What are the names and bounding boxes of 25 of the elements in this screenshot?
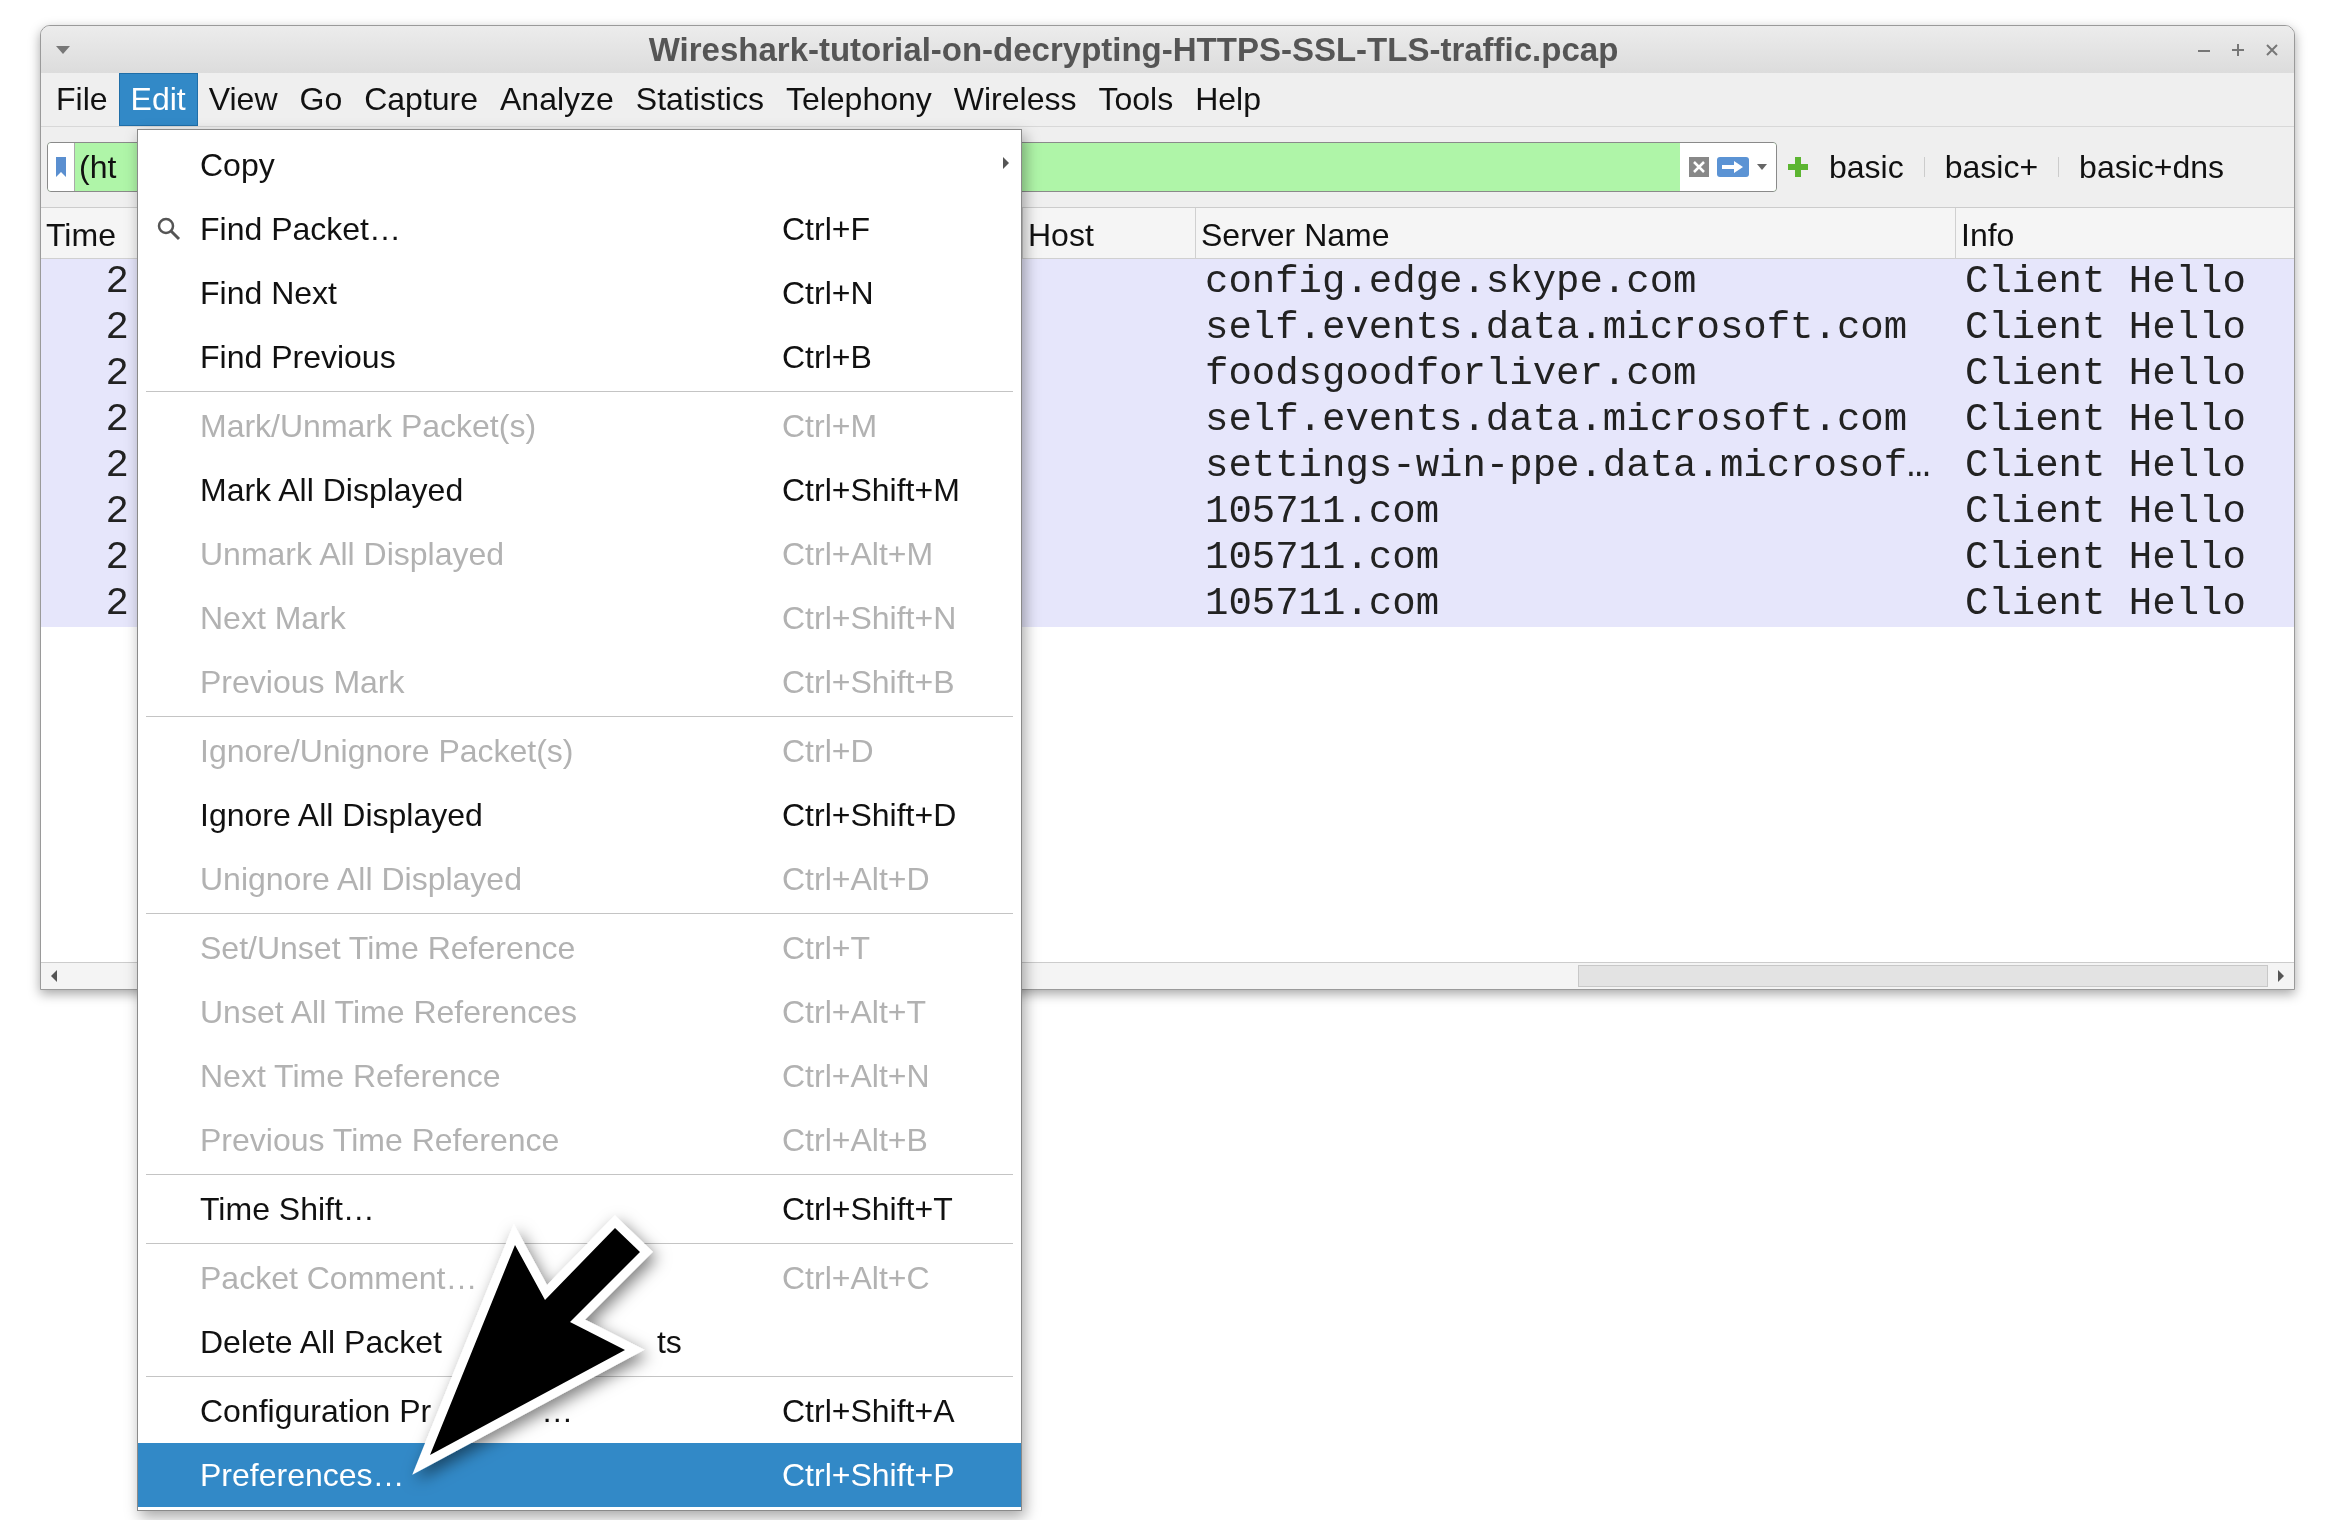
- table-cell-text: Client Hello: [1964, 535, 2247, 581]
- table-cell-text: settings-win-ppe.data.microsof…: [1204, 443, 1932, 489]
- table-cell-text: 105711.com: [1204, 581, 1441, 627]
- table-cell-text: Client Hello: [1964, 397, 2247, 443]
- table-cell-text: 105711.com: [1204, 489, 1441, 535]
- table-cell-text: Client Hello: [1964, 305, 2247, 351]
- table-cell-text: foodsgoodforliver.com: [1204, 351, 1698, 397]
- table-cell-text: 2: [104, 305, 130, 351]
- table-cell-text: Client Hello: [1964, 489, 2247, 535]
- table-cell-text: 2: [104, 351, 130, 397]
- table-cell-text: 2: [104, 489, 130, 535]
- table-cell-text: config.edge.skype.com: [1204, 259, 1698, 305]
- table-cell-text: self.events.data.microsoft.com: [1204, 397, 1909, 443]
- table-cell-text: Client Hello: [1964, 581, 2247, 627]
- table-cell-text: 2: [104, 581, 130, 627]
- table-cell-text: 2: [104, 259, 130, 305]
- table-cell-text: Client Hello: [1964, 259, 2247, 305]
- window-title: Wireshark-tutorial-on-decrypting-HTTPS-SSL-TLS-traffic.pcap: [647, 30, 1620, 69]
- table-cell-text: Client Hello: [1964, 351, 2247, 397]
- table-cell-text: 2: [104, 535, 130, 581]
- table-cell-text: 2: [104, 443, 130, 489]
- table-cell-text: self.events.data.microsoft.com: [1204, 305, 1909, 351]
- table-cell-text: 2: [104, 397, 130, 443]
- table-cell-text: Client Hello: [1964, 443, 2247, 489]
- table-cell-text: 105711.com: [1204, 535, 1441, 581]
